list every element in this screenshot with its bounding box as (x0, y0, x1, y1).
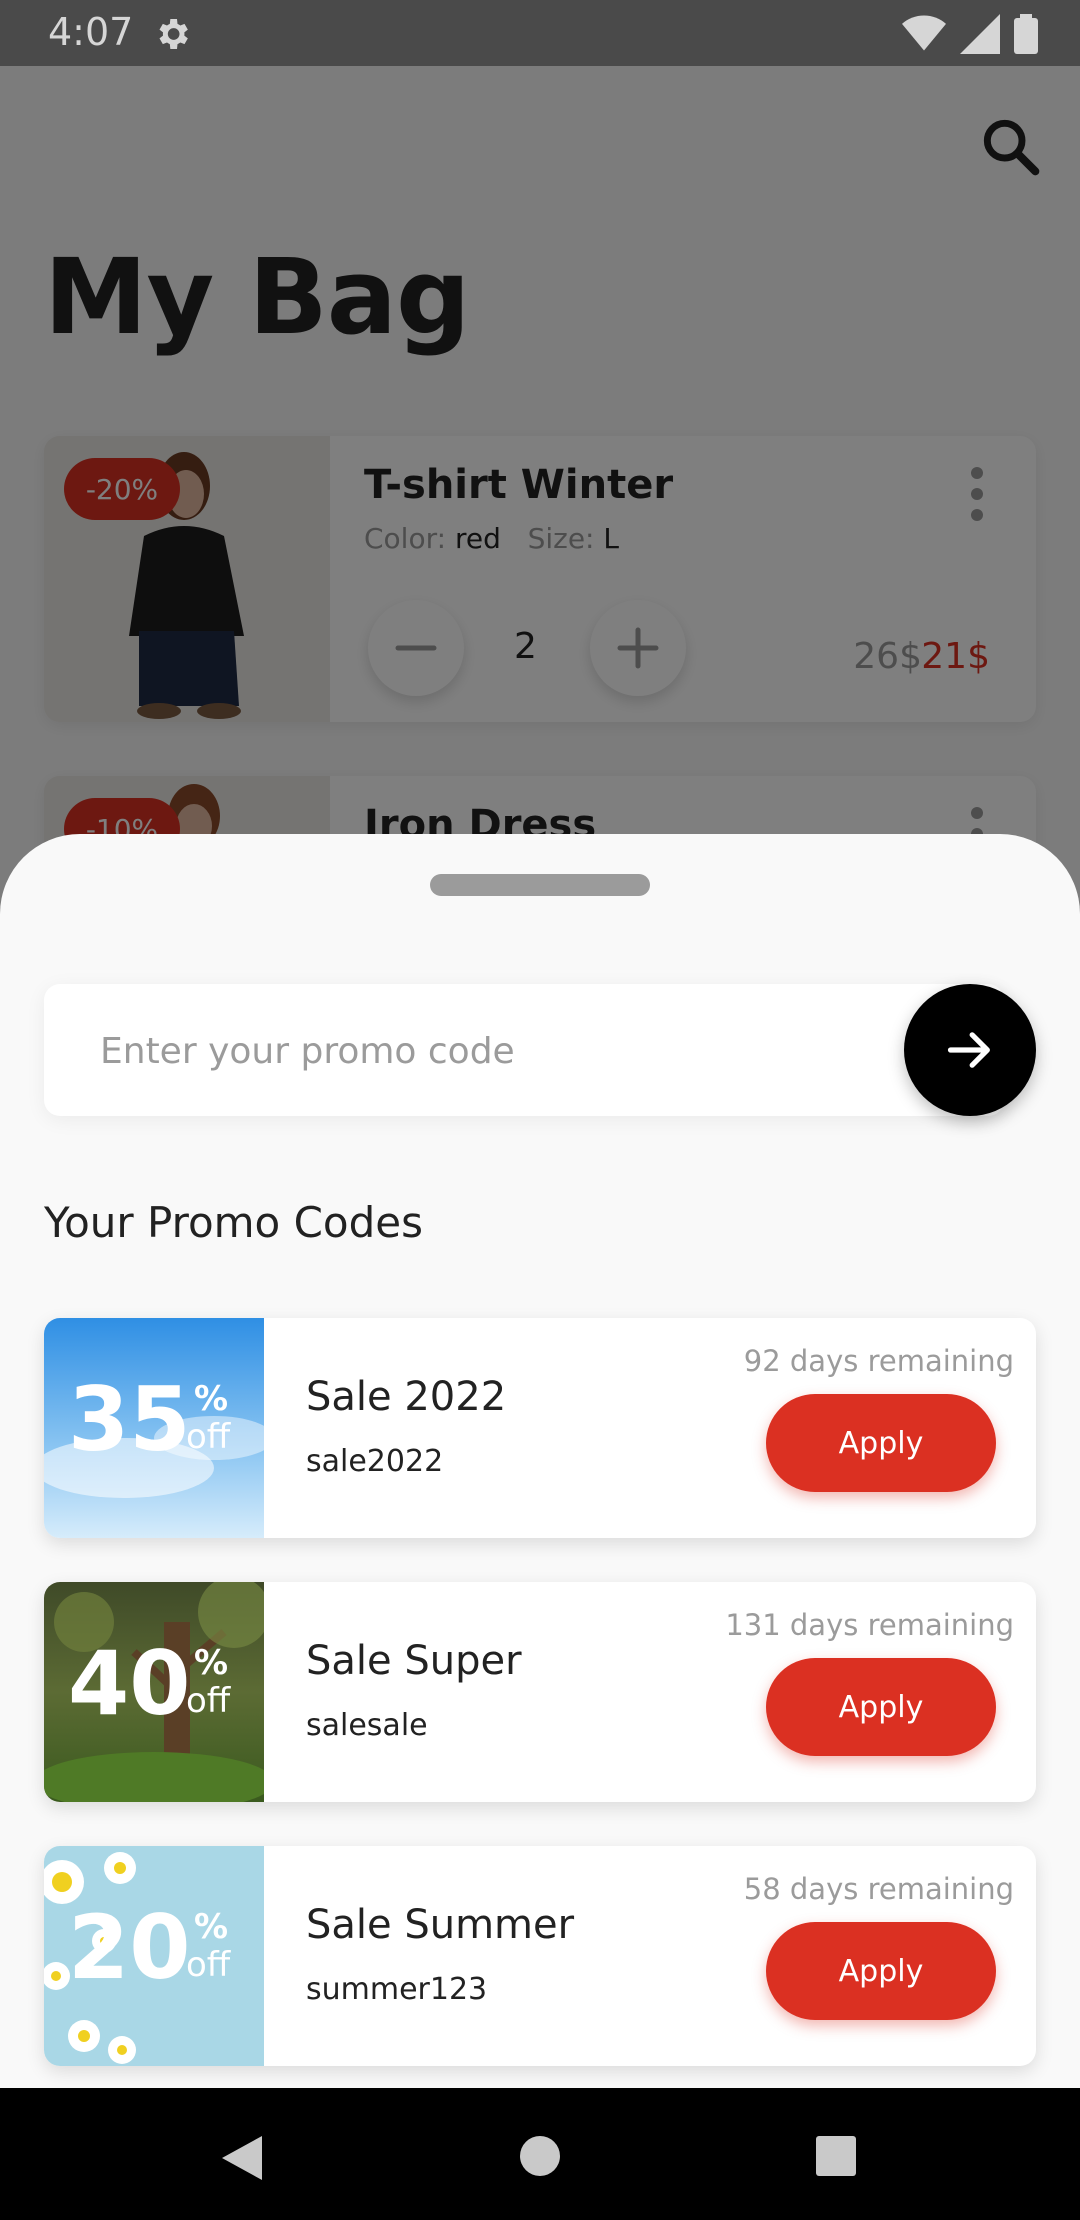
off-label: off (186, 1417, 231, 1457)
promo-code-input-container (44, 984, 1004, 1118)
percent-symbol: % (194, 1379, 229, 1419)
promo-code: sale2022 (306, 1444, 444, 1479)
promo-code: summer123 (306, 1972, 488, 2007)
signal-icon (960, 14, 1000, 54)
submit-promo-button[interactable] (904, 984, 1036, 1116)
status-bar: 4:07 (0, 0, 1080, 66)
promo-card[interactable]: 40 % off Sale Super salesale 131 days re… (44, 1582, 1036, 1802)
days-remaining: 131 days remaining (725, 1608, 1014, 1642)
promo-code-bottom-sheet: Your Promo Codes 35 % off Sale 2022 sale… (0, 834, 1080, 2088)
system-navigation-bar (0, 2088, 1080, 2220)
promo-name: Sale 2022 (306, 1374, 507, 1420)
promo-image: 40 % off (44, 1582, 264, 1802)
promo-code: salesale (306, 1708, 428, 1743)
promo-percent: 40 (68, 1632, 191, 1735)
section-title: Your Promo Codes (44, 1198, 424, 1247)
apply-button[interactable]: Apply (766, 1394, 996, 1492)
promo-card[interactable]: 35 % off Sale 2022 sale2022 92 days rema… (44, 1318, 1036, 1538)
promo-card[interactable]: 20 % off Sale Summer summer123 58 days r… (44, 1846, 1036, 2066)
days-remaining: 92 days remaining (743, 1344, 1014, 1378)
percent-symbol: % (194, 1643, 229, 1683)
apply-button[interactable]: Apply (766, 1658, 996, 1756)
home-icon[interactable] (518, 2134, 562, 2178)
promo-image: 20 % off (44, 1846, 264, 2066)
arrow-right-icon (947, 1032, 990, 1068)
back-icon[interactable] (220, 2134, 264, 2182)
wifi-icon (902, 15, 946, 51)
settings-gear-icon (159, 19, 188, 49)
promo-percent: 20 (68, 1896, 191, 1999)
status-time: 4:07 (48, 10, 134, 54)
off-label: off (186, 1681, 231, 1721)
days-remaining: 58 days remaining (743, 1872, 1014, 1906)
apply-button[interactable]: Apply (766, 1922, 996, 2020)
percent-symbol: % (194, 1907, 229, 1947)
promo-code-input[interactable] (98, 984, 902, 1118)
promo-name: Sale Summer (306, 1902, 575, 1948)
off-label: off (186, 1945, 231, 1985)
battery-icon (1014, 14, 1038, 54)
promo-image: 35 % off (44, 1318, 264, 1538)
recents-icon[interactable] (814, 2134, 858, 2178)
sheet-drag-handle[interactable] (430, 874, 650, 896)
promo-percent: 35 (68, 1368, 191, 1471)
promo-name: Sale Super (306, 1638, 522, 1684)
